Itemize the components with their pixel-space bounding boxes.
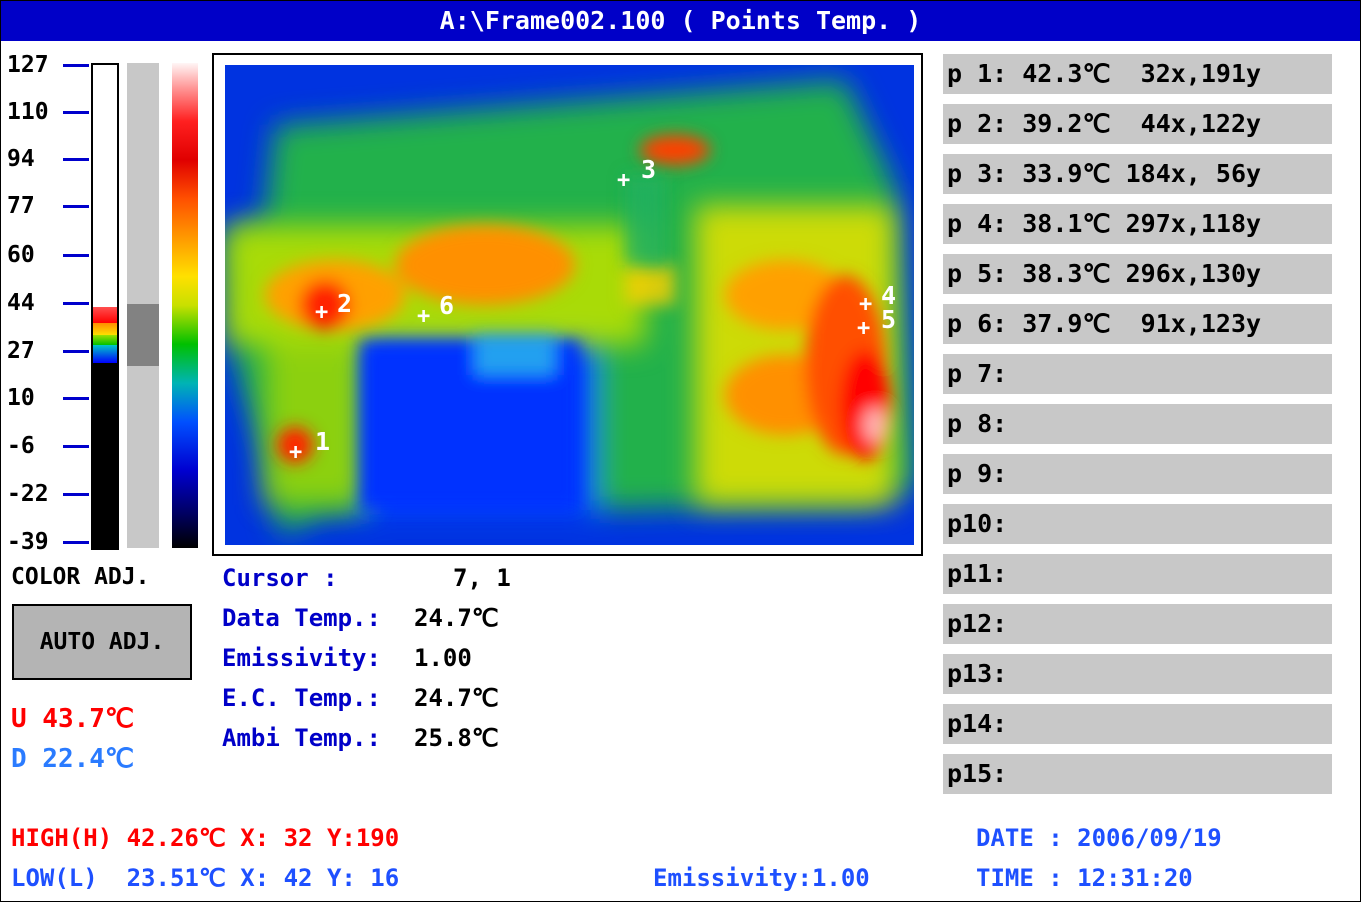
date-readout: DATE : 2006/09/19 [976,824,1222,852]
color-adjust-slider[interactable] [127,63,159,548]
scale-tick-mark [63,158,89,161]
scale-tick-label: 110 [7,99,49,125]
scale-tick-label: 44 [7,290,35,316]
ambi-temp-label: Ambi Temp.: [222,724,381,752]
color-adj-label: COLOR ADJ. [11,564,150,590]
point-crosshair-icon[interactable]: + [417,306,430,328]
point-crosshair-icon[interactable]: + [859,294,872,316]
point-crosshair-icon[interactable]: + [289,442,302,464]
point-row[interactable]: p 9: [943,454,1332,494]
scale-tick-label: 94 [7,146,35,172]
footer-emissivity: Emissivity:1.00 [653,864,870,892]
cursor-value: 7, 1 [453,564,511,592]
point-row[interactable]: p10: [943,504,1332,544]
emissivity-label: Emissivity: [222,644,381,672]
range-bar [91,63,119,550]
low-temp-readout: LOW(L) 23.51℃ X: 42 Y: 16 [11,864,400,892]
point-marker-label: 3 [641,155,657,184]
thermal-viewer-screen: A:\Frame002.100 ( Points Temp. ) 127 110 9… [0,0,1361,902]
range-band-green [93,335,117,345]
point-row[interactable]: p14: [943,704,1332,744]
scale-tick-mark [63,111,89,114]
scale-tick-mark [63,445,89,448]
ec-temp-value: 24.7℃ [414,684,499,712]
lower-limit-temp: D 22.4℃ [11,744,135,774]
point-row[interactable]: p 5: 38.3℃ 296x,130y [943,254,1332,294]
point-row[interactable]: p11: [943,554,1332,594]
cursor-label: Cursor : [222,564,338,592]
window-title: A:\Frame002.100 ( Points Temp. ) [439,6,922,35]
scale-tick-mark [63,254,89,257]
point-marker-label: 2 [337,289,353,318]
scale-tick-mark [63,541,89,544]
ambi-temp-value: 25.8℃ [414,724,499,752]
auto-adj-button[interactable]: AUTO ADJ. [12,604,192,680]
scale-tick-label: 10 [7,385,35,411]
point-marker-label: 5 [881,305,897,334]
point-row[interactable]: p12: [943,604,1332,644]
point-row[interactable]: p 1: 42.3℃ 32x,191y [943,54,1332,94]
thermal-image[interactable] [225,65,914,545]
point-row[interactable]: p 4: 38.1℃ 297x,118y [943,204,1332,244]
scale-tick-mark [63,302,89,305]
scale-tick-mark [63,350,89,353]
upper-limit-temp: U 43.7℃ [11,704,135,734]
range-band-blue [93,345,117,363]
scale-tick-label: -39 [7,529,49,555]
scale-tick-label: -22 [7,481,49,507]
emissivity-value: 1.00 [414,644,472,672]
scale-tick-label: 27 [7,338,35,364]
high-temp-readout: HIGH(H) 42.26℃ X: 32 Y:190 [11,824,400,852]
scale-tick-mark [63,397,89,400]
ec-temp-label: E.C. Temp.: [222,684,381,712]
scale-tick-label: 60 [7,242,35,268]
color-palette-bar [172,63,198,548]
point-row[interactable]: p 7: [943,354,1332,394]
scale-tick-mark [63,205,89,208]
scale-tick-mark [63,64,89,67]
point-row[interactable]: p 3: 33.9℃ 184x, 56y [943,154,1332,194]
point-marker-label: 6 [439,291,455,320]
point-marker-label: 1 [315,427,331,456]
title-bar: A:\Frame002.100 ( Points Temp. ) [1,1,1360,41]
scale-tick-label: 127 [7,52,49,78]
point-row[interactable]: p 2: 39.2℃ 44x,122y [943,104,1332,144]
range-band-yellow [93,323,117,335]
time-readout: TIME : 12:31:20 [976,864,1193,892]
point-crosshair-icon[interactable]: + [617,170,630,192]
range-band-black [93,363,117,548]
point-crosshair-icon[interactable]: + [857,318,870,340]
point-row[interactable]: p15: [943,754,1332,794]
thermal-image-frame: +1 +2 +3 +4 +5 +6 [212,53,923,556]
point-row[interactable]: p 6: 37.9℃ 91x,123y [943,304,1332,344]
range-band-red [93,307,117,323]
scale-tick-mark [63,493,89,496]
point-row[interactable]: p 8: [943,404,1332,444]
point-crosshair-icon[interactable]: + [315,302,328,324]
data-temp-label: Data Temp.: [222,604,381,632]
data-temp-value: 24.7℃ [414,604,499,632]
scale-tick-label: 77 [7,193,35,219]
scale-tick-label: -6 [7,433,35,459]
point-row[interactable]: p13: [943,654,1332,694]
slider-handle[interactable] [127,304,159,366]
